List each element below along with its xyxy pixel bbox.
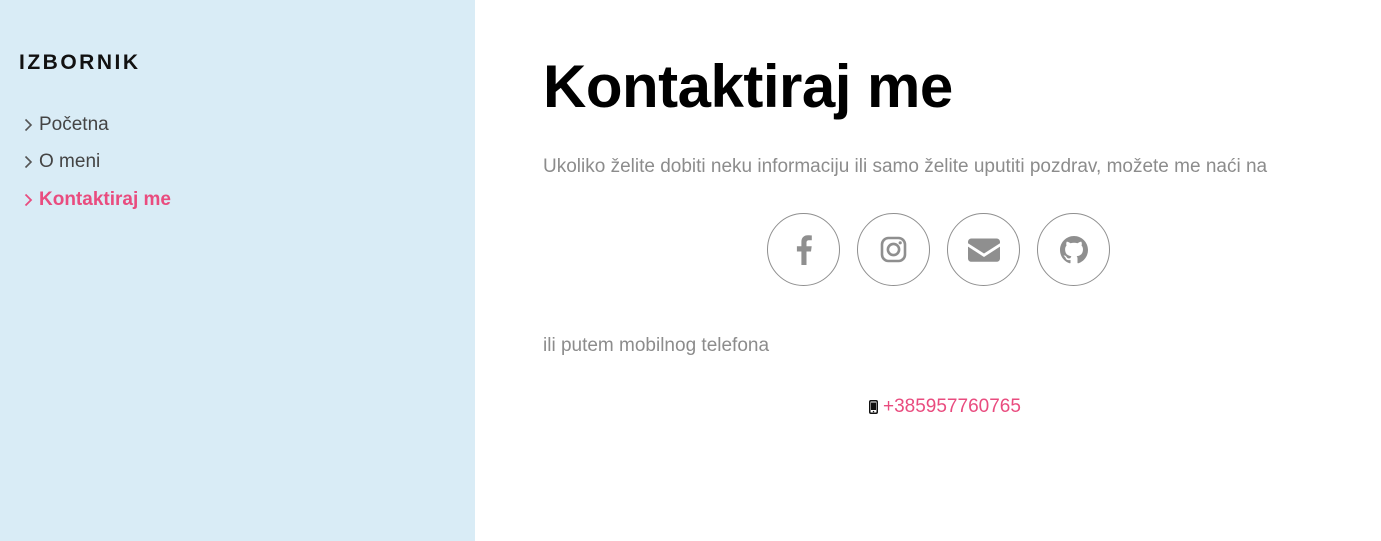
email-button[interactable] bbox=[947, 213, 1020, 286]
chevron-right-icon bbox=[24, 155, 38, 169]
phone-intro-text: ili putem mobilnog telefona bbox=[543, 335, 770, 356]
sidebar-item-pocetna[interactable]: Početna bbox=[19, 106, 475, 144]
sidebar-item-kontaktiraj-me[interactable]: Kontaktiraj me bbox=[19, 181, 475, 219]
github-button[interactable] bbox=[1037, 213, 1110, 286]
main-content: Kontaktiraj me Ukoliko želite dobiti nek… bbox=[475, 0, 1381, 541]
instagram-icon bbox=[880, 236, 907, 263]
github-icon bbox=[1059, 235, 1088, 264]
envelope-icon bbox=[967, 238, 1000, 262]
chevron-right-icon bbox=[24, 118, 38, 132]
page: IZBORNIK Početna O meni Kontaktiraj me K… bbox=[0, 0, 1381, 541]
chevron-right-icon bbox=[24, 193, 38, 207]
phone-number-link[interactable]: +385957760765 bbox=[883, 395, 1021, 419]
facebook-icon bbox=[796, 234, 812, 265]
phone-line: +385957760765 bbox=[869, 395, 1021, 419]
page-title: Kontaktiraj me bbox=[543, 53, 953, 120]
sidebar-item-o-meni[interactable]: O meni bbox=[19, 144, 475, 182]
social-links bbox=[767, 213, 1110, 286]
sidebar-item-label: Kontaktiraj me bbox=[39, 188, 171, 210]
facebook-button[interactable] bbox=[767, 213, 840, 286]
mobile-phone-icon bbox=[869, 400, 878, 414]
sidebar: IZBORNIK Početna O meni Kontaktiraj me bbox=[0, 0, 475, 541]
sidebar-title: IZBORNIK bbox=[19, 51, 141, 74]
sidebar-menu: Početna O meni Kontaktiraj me bbox=[19, 106, 475, 219]
sidebar-item-label: Početna bbox=[39, 113, 109, 135]
sidebar-item-label: O meni bbox=[39, 151, 101, 173]
instagram-button[interactable] bbox=[857, 213, 930, 286]
intro-text: Ukoliko želite dobiti neku informaciju i… bbox=[543, 156, 1268, 177]
